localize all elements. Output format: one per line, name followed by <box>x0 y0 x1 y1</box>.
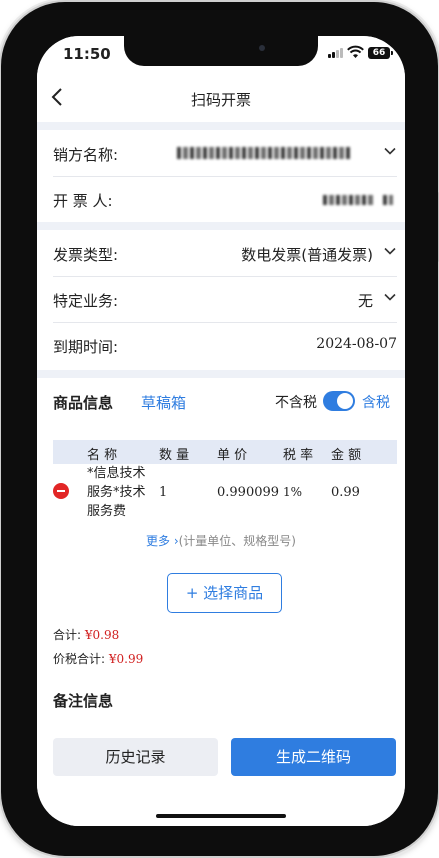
phone-frame: 11:50 66 扫码开票 销方名称: 开 票 人: 发票类型: 数电发票(普通… <box>1 2 439 856</box>
item-name-line3: 服务费 <box>87 504 127 519</box>
subtotal: 合计: ¥0.98 <box>53 626 119 643</box>
invoice-type-row[interactable]: 发票类型: 数电发票(普通发票) <box>53 230 397 276</box>
subtotal-label: 合计: <box>53 628 82 642</box>
item-name-line2: 服务*技术 <box>87 485 146 500</box>
home-indicator <box>156 814 286 818</box>
due-date-label: 到期时间: <box>53 338 119 356</box>
issuer-row: 开 票 人: <box>53 176 397 222</box>
select-goods-button[interactable]: + 选择商品 <box>167 573 282 613</box>
camera-icon <box>259 45 265 51</box>
tax-exclusive-label: 不含税 <box>275 395 317 411</box>
seller-card: 销方名称: 开 票 人: <box>37 130 405 222</box>
more-link-label: 更多 <box>145 534 170 548</box>
goods-table-header: 名 称 数 量 单 价 税 率 金 额 <box>53 440 397 464</box>
item-amount: 0.99 <box>331 485 360 500</box>
wifi-icon <box>347 45 364 58</box>
history-button[interactable]: 历史记录 <box>53 738 218 776</box>
header-price: 单 价 <box>217 448 248 463</box>
remark-section-title: 备注信息 <box>53 692 114 710</box>
chevron-down-icon <box>384 293 396 301</box>
tax-inclusive-label: 含税 <box>362 395 390 411</box>
header-quantity: 数 量 <box>159 448 190 463</box>
special-business-row[interactable]: 特定业务: 无 <box>53 276 397 322</box>
chevron-down-icon <box>384 147 396 155</box>
due-date-value: 2024-08-07 <box>316 336 397 352</box>
invoice-type-label: 发票类型: <box>53 246 119 264</box>
issuer-redacted-tail <box>383 195 393 205</box>
item-price: 0.990099 <box>217 485 280 500</box>
seller-name-redacted <box>177 147 351 159</box>
seller-name-label: 销方名称: <box>53 146 119 164</box>
tax-total-value: ¥0.99 <box>108 652 144 666</box>
more-fields: 更多 ›(计量单位、规格型号) <box>37 532 405 549</box>
subtotal-value: ¥0.98 <box>84 628 120 642</box>
more-hint: (计量单位、规格型号) <box>178 534 296 548</box>
phone-screen: 11:50 66 扫码开票 销方名称: 开 票 人: 发票类型: 数电发票(普通… <box>37 36 405 826</box>
tax-total-label: 价税合计: <box>53 652 106 666</box>
cellular-signal-icon <box>328 48 343 58</box>
chevron-down-icon <box>384 247 396 255</box>
tax-mode-toggle[interactable] <box>323 391 355 411</box>
header-tax-rate: 税 率 <box>283 448 314 463</box>
issuer-redacted <box>323 195 373 205</box>
invoice-info-card: 发票类型: 数电发票(普通发票) 特定业务: 无 到期时间: 2024-08-0… <box>37 230 405 370</box>
bottom-action-bar: 历史记录 生成二维码 <box>37 716 405 826</box>
item-name-line1: *信息技术 <box>87 466 146 481</box>
header-amount: 金 额 <box>331 448 362 463</box>
nav-bar: 扫码开票 <box>37 76 405 122</box>
special-business-label: 特定业务: <box>53 292 119 310</box>
tax-inclusive-total: 价税合计: ¥0.99 <box>53 650 143 667</box>
item-quantity: 1 <box>159 485 168 500</box>
draft-box-link[interactable]: 草稿箱 <box>141 392 186 413</box>
issuer-label: 开 票 人: <box>53 192 113 210</box>
battery-icon: 66 <box>368 47 393 59</box>
generate-qr-button[interactable]: 生成二维码 <box>231 738 396 776</box>
special-business-value: 无 <box>357 292 373 310</box>
goods-section-title: 商品信息 <box>53 394 114 412</box>
item-tax-rate: 1% <box>283 485 303 499</box>
page-title: 扫码开票 <box>190 91 251 109</box>
delete-item-icon[interactable] <box>53 483 69 499</box>
due-date-row[interactable]: 到期时间: 2024-08-07 <box>53 322 397 368</box>
seller-name-row[interactable]: 销方名称: <box>53 130 397 176</box>
invoice-type-value: 数电发票(普通发票) <box>241 246 373 264</box>
status-time: 11:50 <box>63 45 111 63</box>
more-link[interactable]: 更多 › <box>146 534 179 548</box>
notch <box>124 36 318 66</box>
header-name: 名 称 <box>87 448 118 463</box>
